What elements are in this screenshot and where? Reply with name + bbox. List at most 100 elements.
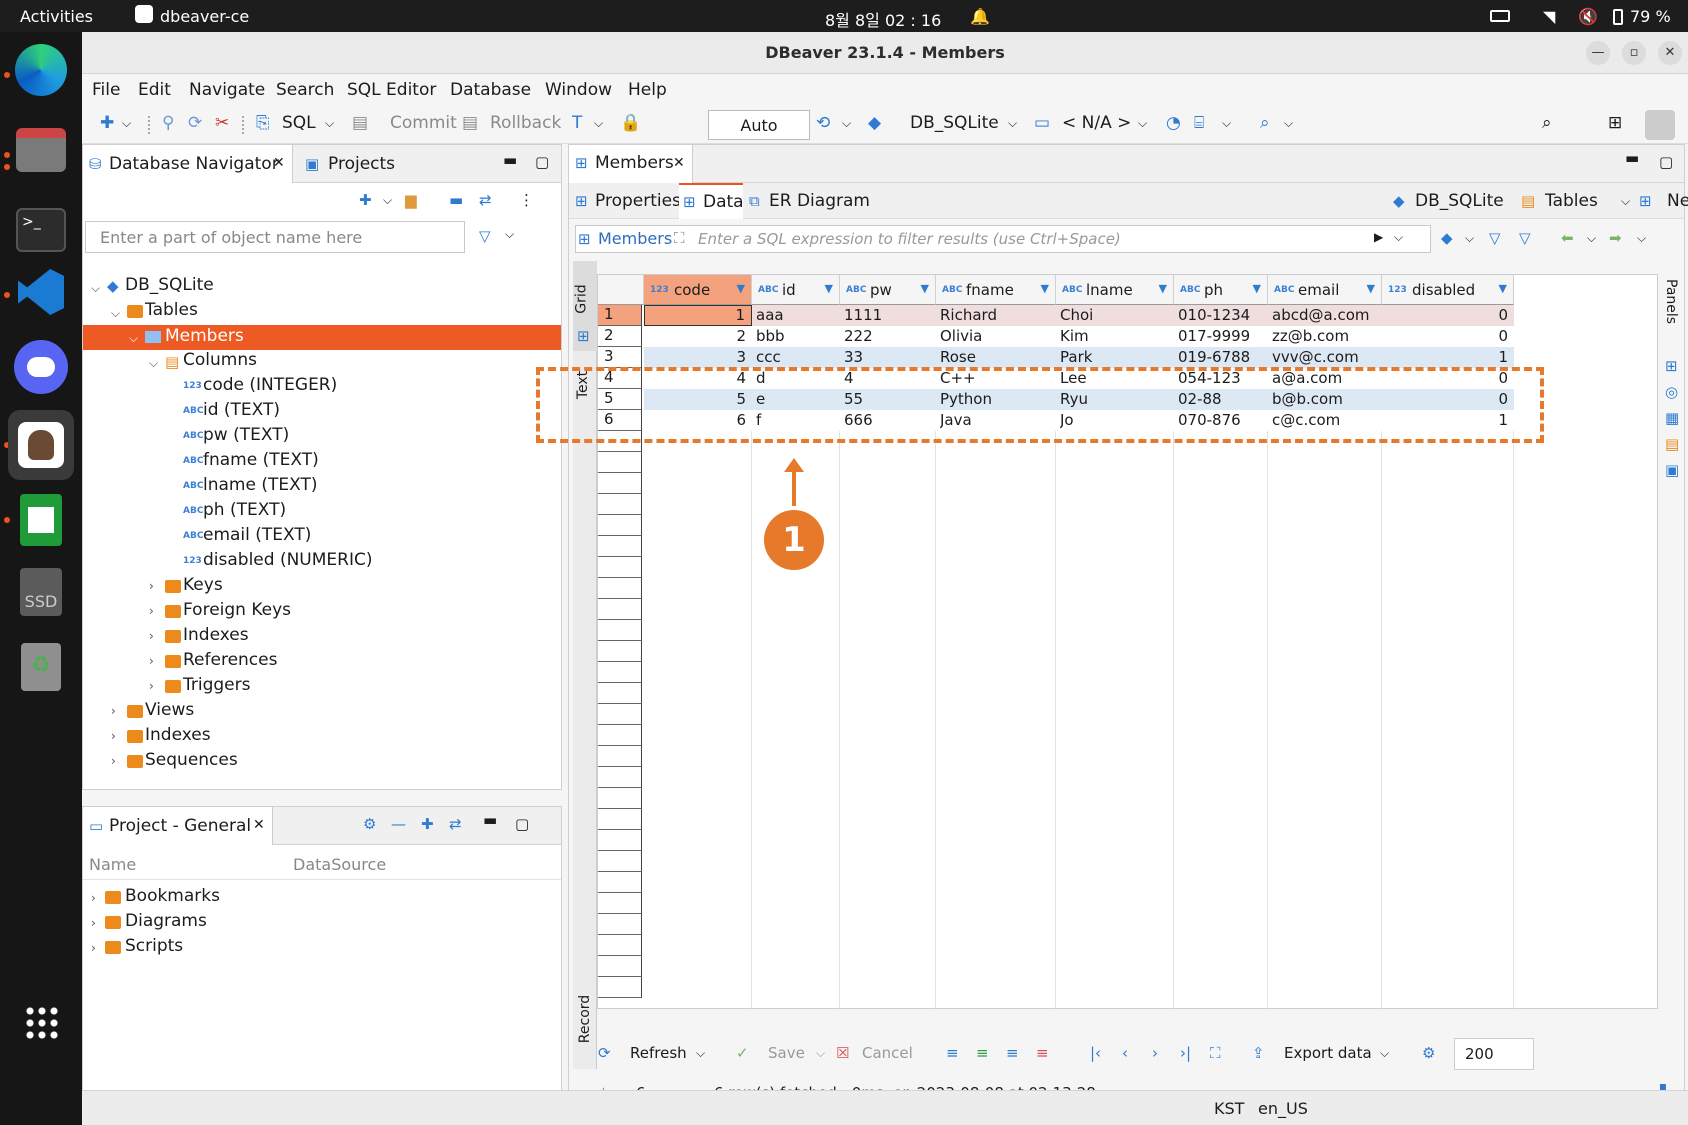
tab-project-general[interactable]: ▭ Project - General ✕: [83, 807, 273, 845]
table-cell[interactable]: Richard: [940, 306, 1050, 324]
close-window-button[interactable]: ✕: [1658, 41, 1682, 65]
tasks-icon[interactable]: ⌸: [1194, 113, 1204, 133]
table-cell[interactable]: Kim: [1060, 327, 1168, 345]
table-cell[interactable]: 33: [844, 348, 930, 366]
commit-icon[interactable]: ▤: [352, 113, 368, 133]
expand-icon[interactable]: ✚: [421, 815, 434, 833]
row-number-cell[interactable]: [598, 473, 642, 494]
chevron-down-icon[interactable]: ⌵: [842, 116, 851, 131]
subtab-er-diagram[interactable]: ER Diagram: [769, 191, 870, 211]
table-cell[interactable]: 3: [648, 348, 746, 366]
tree-foreign-keys[interactable]: Foreign Keys: [183, 600, 291, 620]
row-number-cell[interactable]: [598, 767, 642, 788]
panels-button[interactable]: Panels: [1663, 279, 1679, 324]
gear-icon[interactable]: ⚙: [1422, 1044, 1435, 1062]
next-page-icon[interactable]: ›: [1152, 1044, 1158, 1062]
column-header-fname[interactable]: ABC fname ▼: [936, 275, 1056, 305]
table-cell[interactable]: ccc: [756, 348, 834, 366]
sort-chevron-icon[interactable]: ▼: [825, 282, 833, 295]
last-page-icon[interactable]: ›|: [1180, 1044, 1191, 1062]
panel-layout-icon[interactable]: ▣: [1665, 461, 1679, 479]
tree-column-item[interactable]: fname (TEXT): [203, 450, 319, 470]
expand-arrow-icon[interactable]: ⌵: [129, 331, 138, 346]
collapse-all-icon[interactable]: ▬: [449, 191, 463, 209]
collapse-arrow-icon[interactable]: ›: [91, 916, 96, 930]
table-cell[interactable]: 0: [1386, 306, 1508, 324]
crumb-datasource[interactable]: DB_SQLite: [1415, 191, 1504, 211]
global-search-icon[interactable]: ⌕: [1542, 113, 1552, 133]
table-cell[interactable]: abcd@a.com: [1272, 306, 1376, 324]
menu-file[interactable]: File: [92, 80, 120, 100]
chevron-down-icon[interactable]: ⌵: [1008, 116, 1017, 131]
expand-arrow-icon[interactable]: ⌵: [91, 281, 100, 296]
history-icon[interactable]: ⟲: [816, 113, 830, 133]
row-number-cell[interactable]: [598, 830, 642, 851]
table-cell[interactable]: 222: [844, 327, 930, 345]
perspective-icon[interactable]: ⊞: [1608, 113, 1622, 133]
tree-column-item[interactable]: disabled (NUMERIC): [203, 550, 373, 570]
schema-icon[interactable]: ▭: [1034, 113, 1050, 133]
sort-chevron-icon[interactable]: ▼: [921, 282, 929, 295]
row-number-cell[interactable]: [598, 515, 642, 536]
table-cell[interactable]: 0: [1386, 327, 1508, 345]
wifi-icon[interactable]: ◥: [1543, 7, 1555, 26]
expand-arrow-icon[interactable]: ⌵: [111, 306, 120, 321]
add-row-icon[interactable]: ≡: [976, 1044, 989, 1062]
filter-history-icon[interactable]: ⌵: [1394, 230, 1403, 245]
collapse-arrow-icon[interactable]: ›: [91, 941, 96, 955]
connect-icon[interactable]: ⚲: [162, 113, 174, 133]
tree-column-item[interactable]: ph (TEXT): [203, 500, 286, 520]
chevron-down-icon[interactable]: ⌵: [122, 116, 131, 131]
column-header-code[interactable]: 123 code ▼: [644, 275, 752, 305]
table-cell[interactable]: 2: [648, 327, 746, 345]
chevron-down-icon[interactable]: ⌵: [1138, 116, 1147, 131]
maximize-panel-icon[interactable]: ▢: [535, 153, 549, 171]
row-number-cell[interactable]: [598, 935, 642, 956]
collapse-arrow-icon[interactable]: ›: [111, 729, 116, 743]
table-cell[interactable]: Choi: [1060, 306, 1168, 324]
chevron-down-icon[interactable]: ⌵: [1637, 231, 1646, 246]
link-with-editor-icon[interactable]: ⇄: [479, 191, 492, 209]
export-icon[interactable]: ⇪: [1252, 1044, 1265, 1062]
crumb-new-table[interactable]: NewTable: [1667, 191, 1688, 211]
row-number-cell[interactable]: [598, 788, 642, 809]
minimize-panel-icon[interactable]: ▬: [483, 811, 497, 829]
filter-bar[interactable]: ⊞ Members ⛶ Enter a SQL expression to fi…: [575, 225, 1431, 253]
minimize-panel-icon[interactable]: ▬: [1625, 149, 1639, 167]
title-bar[interactable]: DBeaver 23.1.4 - Members — ▫ ✕: [82, 32, 1688, 74]
column-header-pw[interactable]: ABC pw ▼: [840, 275, 936, 305]
ssd-drive-icon[interactable]: SSD: [11, 562, 71, 622]
active-app-name[interactable]: dbeaver-ce: [160, 7, 249, 26]
tree-column-item[interactable]: lname (TEXT): [203, 475, 317, 495]
chevron-down-icon[interactable]: ⌵: [1465, 231, 1474, 246]
tree-column-item[interactable]: code (INTEGER): [203, 375, 337, 395]
row-number-cell[interactable]: [598, 536, 642, 557]
discord-icon[interactable]: [11, 337, 71, 397]
menu-database[interactable]: Database: [450, 80, 531, 100]
sql-button[interactable]: SQL: [282, 113, 316, 133]
lock-icon[interactable]: 🔒: [620, 113, 641, 133]
collapse-arrow-icon[interactable]: ›: [149, 679, 154, 693]
crumb-tables[interactable]: Tables: [1545, 191, 1598, 211]
commit-mode-field[interactable]: Auto: [708, 110, 810, 140]
collapse-arrow-icon[interactable]: ›: [149, 654, 154, 668]
table-cell[interactable]: 1: [644, 305, 752, 326]
dbeaver-perspective-icon[interactable]: [1645, 110, 1675, 140]
row-number-cell[interactable]: [598, 956, 642, 977]
menu-sql-editor[interactable]: SQL Editor: [347, 80, 436, 100]
volume-muted-icon[interactable]: 🔇: [1578, 7, 1598, 26]
chevron-down-icon[interactable]: ⌵: [1587, 231, 1596, 246]
menu-search[interactable]: Search: [276, 80, 334, 100]
view-menu-icon[interactable]: ⋮: [519, 191, 534, 209]
row-number-cell[interactable]: [598, 977, 642, 998]
row-number-cell[interactable]: 2: [598, 326, 642, 347]
row-number-cell[interactable]: [598, 809, 642, 830]
tab-database-navigator[interactable]: ⛁ Database Navigator ✕: [83, 145, 293, 183]
keyboard-icon[interactable]: [1490, 10, 1510, 22]
copy-row-icon[interactable]: ≡: [1006, 1044, 1019, 1062]
tree-sequences[interactable]: Sequences: [145, 750, 238, 770]
refresh-icon[interactable]: ⟳: [598, 1044, 611, 1062]
disconnect-icon[interactable]: ✂: [215, 113, 229, 133]
collapse-arrow-icon[interactable]: ›: [149, 604, 154, 618]
column-header-email[interactable]: ABC email ▼: [1268, 275, 1382, 305]
